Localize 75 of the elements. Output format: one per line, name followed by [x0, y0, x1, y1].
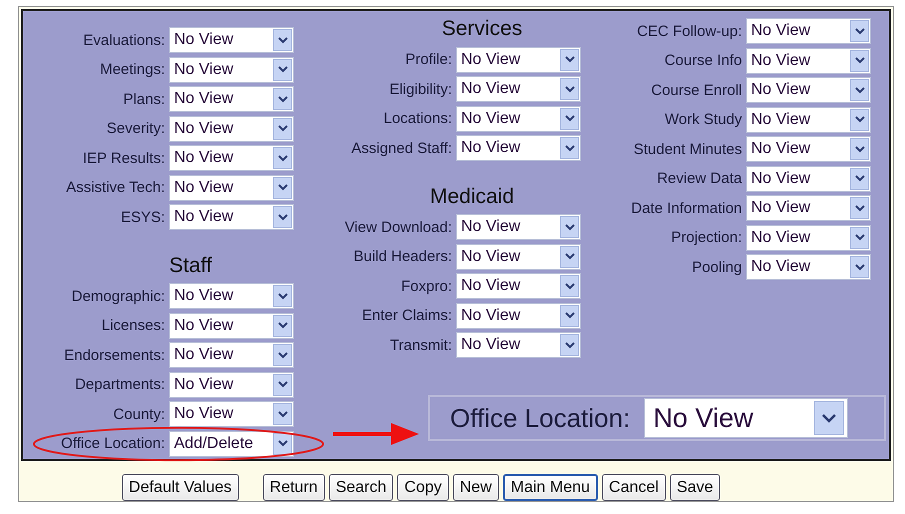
field-label: Review Data: [656, 170, 742, 187]
field-label: Eligibility:: [389, 80, 452, 98]
field-label: Course Info: [664, 52, 742, 69]
field-label: Projection:: [671, 229, 742, 246]
field-label: Pooling: [692, 258, 742, 276]
field-label: Office Location:: [61, 435, 165, 452]
dropdown[interactable]: No View: [456, 332, 581, 358]
section-heading: Medicaid: [428, 184, 516, 210]
dropdown[interactable]: No View: [746, 195, 871, 221]
dropdown[interactable]: No View: [456, 106, 581, 132]
field-label: ESYS:: [120, 208, 165, 226]
field-label: Transmit:: [390, 336, 452, 354]
dropdown[interactable]: No View: [169, 401, 294, 427]
dropdown[interactable]: No View: [456, 302, 581, 328]
form-button[interactable]: Cancel: [602, 474, 666, 501]
field-label: IEP Results:: [82, 150, 165, 166]
dropdown[interactable]: No View: [746, 106, 871, 132]
field-label: Office Location:: [450, 402, 630, 434]
dropdown[interactable]: No View: [169, 174, 294, 200]
dropdown[interactable]: No View: [746, 48, 871, 74]
dropdown[interactable]: No View: [169, 342, 294, 368]
dropdown[interactable]: No View: [456, 46, 581, 72]
dropdown[interactable]: No View: [169, 86, 294, 112]
field-label: Assigned Staff:: [351, 140, 452, 156]
dropdown[interactable]: No View: [746, 136, 871, 162]
field-label: Severity:: [106, 120, 165, 137]
dropdown[interactable]: No View: [169, 27, 294, 53]
dropdown[interactable]: No View: [169, 312, 294, 338]
dropdown[interactable]: No View: [456, 135, 581, 161]
field-label: Evaluations:: [83, 32, 165, 48]
field-label: Demographic:: [72, 288, 165, 304]
section-heading: Services: [440, 16, 524, 42]
field-label: Date Information: [631, 200, 742, 216]
dropdown[interactable]: No View: [169, 283, 294, 309]
dropdown[interactable]: No View: [746, 77, 871, 103]
form-button[interactable]: Copy: [397, 474, 449, 501]
field-label: Meetings:: [100, 61, 165, 78]
dropdown[interactable]: No View: [169, 372, 294, 398]
dropdown[interactable]: No View: [169, 56, 294, 82]
dropdown[interactable]: No View: [169, 145, 294, 171]
field-label: Build Headers:: [354, 248, 452, 265]
dropdown[interactable]: No View: [169, 204, 294, 230]
form-button[interactable]: Default Values: [122, 474, 239, 501]
form-button[interactable]: New: [452, 474, 499, 501]
dropdown[interactable]: No View: [456, 76, 581, 102]
field-label: View Download:: [344, 218, 452, 236]
field-label: CEC Follow-up:: [636, 22, 742, 40]
form-button[interactable]: Return: [262, 474, 325, 501]
field-label: County:: [113, 406, 165, 422]
field-label: Licenses:: [102, 317, 165, 334]
field-label: Student Minutes: [634, 140, 742, 158]
dropdown[interactable]: No View: [746, 254, 871, 280]
field-label: Foxpro:: [401, 278, 452, 294]
dropdown[interactable]: No View: [746, 224, 871, 250]
field-label: Enter Claims:: [362, 307, 452, 324]
field-label: Plans:: [123, 90, 165, 108]
dropdown[interactable]: No View: [169, 116, 294, 142]
dropdown[interactable]: Add/Delete: [169, 430, 294, 456]
dropdown[interactable]: No View: [456, 214, 581, 240]
dropdown[interactable]: No View: [456, 244, 581, 270]
form-button[interactable]: Search: [328, 474, 394, 501]
field-label: Endorsements:: [64, 346, 165, 364]
section-heading: Staff: [168, 252, 213, 278]
field-label: Work Study: [664, 111, 742, 128]
dropdown[interactable]: No View: [644, 398, 848, 438]
dropdown[interactable]: No View: [746, 18, 871, 44]
field-label: Locations:: [384, 110, 452, 127]
field-label: Profile:: [405, 51, 452, 68]
field-label: Departments:: [74, 376, 165, 393]
form-button[interactable]: Save: [670, 474, 720, 501]
field-label: Course Enroll: [651, 82, 742, 98]
dropdown[interactable]: No View: [456, 273, 581, 299]
dropdown[interactable]: No View: [746, 166, 871, 192]
field-label: Assistive Tech:: [66, 179, 165, 196]
form-button[interactable]: Main Menu: [502, 474, 598, 501]
